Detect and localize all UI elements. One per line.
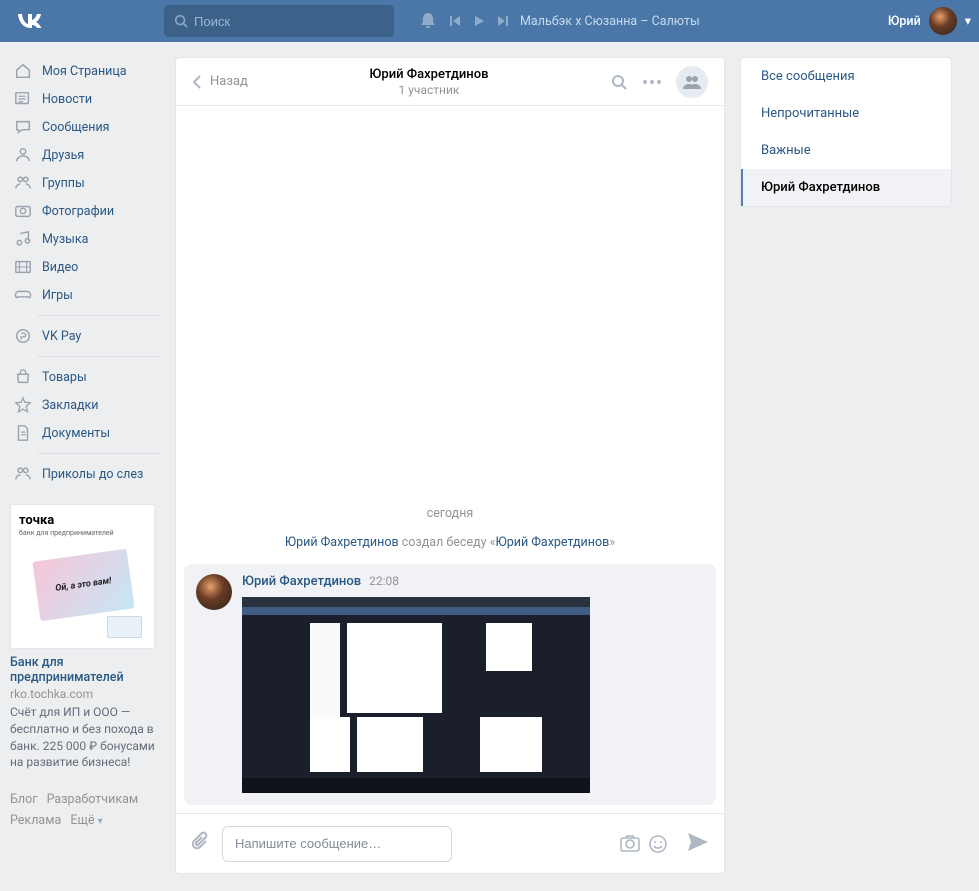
chat-subtitle: 1 участник xyxy=(248,83,610,97)
footer-link[interactable]: Реклама xyxy=(10,813,61,828)
filter-item[interactable]: Непрочитанные xyxy=(741,95,951,132)
nav-label: Закладки xyxy=(42,398,99,413)
nav-моя-страница[interactable]: Моя Страница xyxy=(10,57,160,85)
footer-link[interactable]: Блог xyxy=(10,792,37,807)
nav-label: Игры xyxy=(42,288,73,303)
player-track[interactable]: Мальбэк x Сюзанна – Салюты xyxy=(520,14,700,29)
player-prev-icon[interactable] xyxy=(448,14,462,28)
nav-label: Документы xyxy=(42,426,110,441)
nav-закладки[interactable]: Закладки xyxy=(10,391,160,419)
message-attachment[interactable] xyxy=(242,597,590,793)
nav-label: Видео xyxy=(42,260,78,275)
user-menu[interactable]: Юрий ▾ xyxy=(888,7,971,35)
nav-игры[interactable]: Игры xyxy=(10,281,160,309)
doc-icon xyxy=(13,423,33,443)
nav-музыка[interactable]: Музыка xyxy=(10,225,160,253)
camera-icon xyxy=(13,201,33,221)
footer-link[interactable]: Разработчикам xyxy=(47,792,139,807)
footer-more[interactable]: Ещё ▾ xyxy=(70,813,102,828)
filter-item[interactable]: Все сообщения xyxy=(741,58,951,95)
attach-icon[interactable] xyxy=(190,831,212,857)
nav-label: VK Pay xyxy=(42,329,81,344)
player-next-icon[interactable] xyxy=(496,14,510,28)
star-icon xyxy=(13,395,33,415)
nav-label: Друзья xyxy=(42,148,84,163)
nav-приколы-до-слез[interactable]: Приколы до слез xyxy=(10,460,160,488)
nav-документы[interactable]: Документы xyxy=(10,419,160,447)
send-button[interactable] xyxy=(686,830,710,858)
ad-image: точка банк для предпринимателей Ой, а эт… xyxy=(10,504,155,649)
chevron-left-icon xyxy=(192,74,202,90)
users-icon xyxy=(13,464,33,484)
nav-группы[interactable]: Группы xyxy=(10,169,160,197)
user-name: Юрий xyxy=(888,14,921,29)
search-icon xyxy=(174,14,188,28)
message-time: 22:08 xyxy=(369,574,399,588)
nav-фотографии[interactable]: Фотографии xyxy=(10,197,160,225)
chat-avatar[interactable] xyxy=(676,66,708,98)
news-icon xyxy=(13,89,33,109)
nav-label: Фотографии xyxy=(42,204,114,219)
vk-logo[interactable] xyxy=(16,9,44,34)
message-avatar[interactable] xyxy=(196,574,232,610)
notifications-icon[interactable] xyxy=(412,5,444,37)
search-input[interactable] xyxy=(194,14,384,29)
back-button[interactable]: Назад xyxy=(192,74,248,90)
ad-domain: rko.tochka.com xyxy=(10,687,158,701)
user-icon xyxy=(13,145,33,165)
ad-title: Банк для предпринимателей xyxy=(10,655,158,685)
nav-сообщения[interactable]: Сообщения xyxy=(10,113,160,141)
chat-icon xyxy=(13,117,33,137)
nav-label: Музыка xyxy=(42,232,88,247)
message: Юрий Фахретдинов 22:08 xyxy=(184,564,716,805)
emoji-icon[interactable] xyxy=(648,834,668,854)
bag-icon xyxy=(13,367,33,387)
music-icon xyxy=(13,229,33,249)
photo-icon[interactable] xyxy=(620,834,640,852)
filter-item[interactable]: Юрий Фахретдинов xyxy=(741,169,951,206)
nav-label: Моя Страница xyxy=(42,64,127,79)
nav-label: Новости xyxy=(42,92,92,107)
video-icon xyxy=(13,257,33,277)
more-icon[interactable] xyxy=(642,79,662,85)
nav-label: Группы xyxy=(42,176,85,191)
footer-links: Блог Разработчикам Реклама Ещё ▾ xyxy=(10,789,160,832)
chevron-down-icon: ▾ xyxy=(965,13,971,29)
nav-vk-pay[interactable]: VK Pay xyxy=(10,322,160,350)
home-icon xyxy=(13,61,33,81)
message-author[interactable]: Юрий Фахретдинов xyxy=(242,574,361,589)
search-box[interactable] xyxy=(164,5,394,37)
nav-друзья[interactable]: Друзья xyxy=(10,141,160,169)
nav-видео[interactable]: Видео xyxy=(10,253,160,281)
chat-title: Юрий Фахретдинов xyxy=(248,67,610,82)
ad-desc: Счёт для ИП и ООО — бесплатно и без похо… xyxy=(10,704,158,771)
message-input[interactable] xyxy=(222,826,452,862)
player-play-icon[interactable] xyxy=(472,14,486,28)
chat-search-icon[interactable] xyxy=(610,73,628,91)
nav-новости[interactable]: Новости xyxy=(10,85,160,113)
nav-label: Приколы до слез xyxy=(42,467,143,482)
game-icon xyxy=(13,285,33,305)
users-icon xyxy=(13,173,33,193)
ad-block[interactable]: точка банк для предпринимателей Ой, а эт… xyxy=(10,504,158,771)
avatar xyxy=(929,7,957,35)
nav-label: Сообщения xyxy=(42,120,110,135)
filter-item[interactable]: Важные xyxy=(741,132,951,169)
system-message: Юрий Фахретдинов создал беседу «Юрий Фах… xyxy=(184,531,716,564)
nav-label: Товары xyxy=(42,370,87,385)
nav-товары[interactable]: Товары xyxy=(10,363,160,391)
date-separator: сегодня xyxy=(184,496,716,531)
pay-icon xyxy=(13,326,33,346)
